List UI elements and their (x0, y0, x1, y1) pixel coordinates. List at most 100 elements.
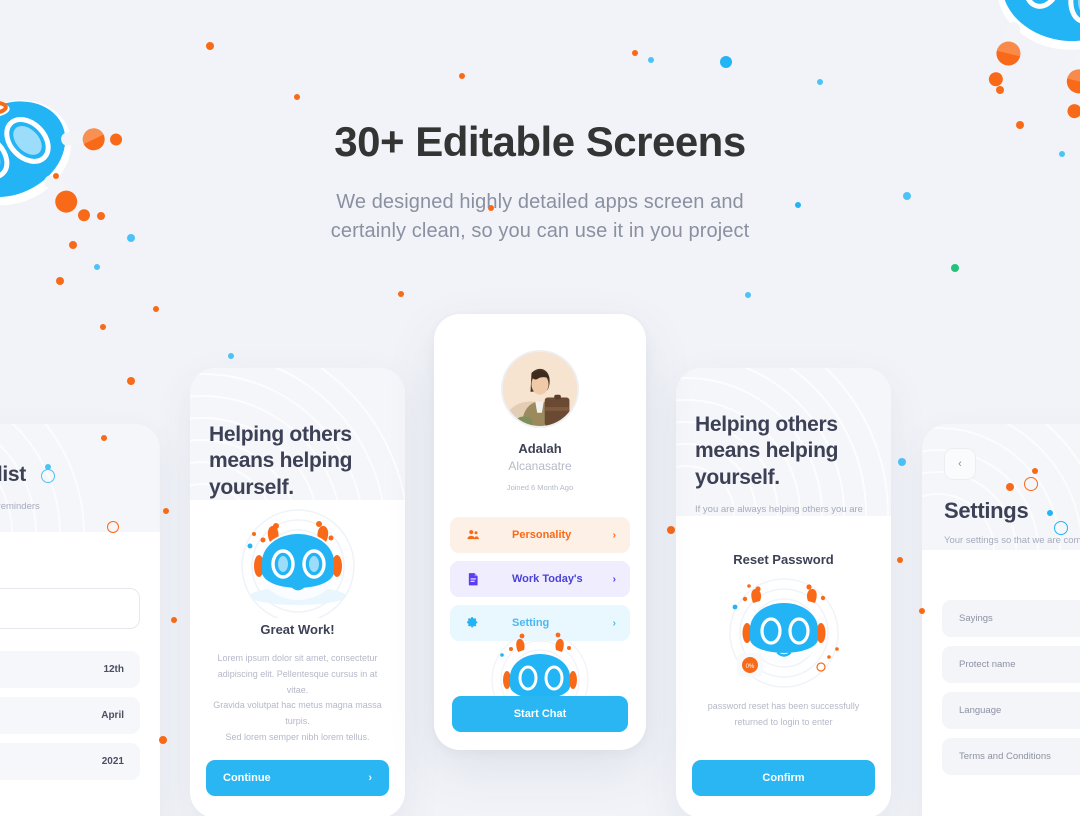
decor-dot (459, 73, 465, 79)
great-work-body-line-4: Sed lorem semper nibh lorem tellus. (225, 731, 370, 742)
settings-row-protect-name[interactable]: Protect name (942, 646, 1080, 683)
reset-password-header: Helping others means helping yourself. I… (676, 368, 891, 516)
robot-illustration: 0% (728, 578, 839, 688)
date-input[interactable]: tt/mm/yy (0, 588, 140, 629)
page-title: 30+ Editable Screens (334, 118, 746, 165)
decor-dot (951, 264, 959, 272)
profile-name: Adalah (518, 441, 562, 456)
phone-great-work: Helping others means helping yourself. I… (190, 368, 405, 816)
menu-item-work-todays[interactable]: Work Today's › (450, 561, 630, 597)
decor-ring (41, 469, 55, 483)
page-root: 30+ Editable Screens We designed highly … (0, 0, 1080, 816)
people-icon (464, 528, 482, 542)
wish-row-day-value: 12th (103, 664, 124, 675)
start-chat-button-label: Start Chat (513, 708, 567, 720)
reset-password-body-line-2: returned to login to enter (734, 716, 833, 727)
wish-row-month[interactable]: h April (0, 697, 140, 734)
profile-handle: Alcanasatre (508, 459, 572, 473)
decor-dot (897, 557, 903, 563)
profile-joined: Joined 6 Month Ago (506, 483, 574, 492)
settings-row-sayings-label: Sayings (959, 613, 993, 624)
decor-dot (171, 617, 177, 623)
decor-dot (159, 736, 167, 744)
reset-password-body: Reset Password 0% password reset has bee… (676, 516, 891, 731)
great-work-title: Helping others means helping yourself. (209, 423, 353, 499)
chevron-right-icon: › (612, 573, 616, 585)
great-work-body-line-1: Lorem ipsum dolor sit amet, consectetur (217, 653, 378, 663)
decor-dot (206, 42, 214, 50)
decor-dot (294, 94, 300, 100)
decor-dot (720, 56, 732, 68)
chevron-right-icon: › (612, 529, 616, 541)
hero-section: 30+ Editable Screens We designed highly … (0, 118, 1080, 245)
decor-dot (648, 57, 654, 63)
reset-password-subtitle: If you are always helping others you are… (695, 503, 863, 515)
decor-dot (94, 264, 100, 270)
decor-dot (1006, 483, 1014, 491)
phone-reset-password: Helping others means helping yourself. I… (676, 368, 891, 816)
decor-dot (898, 458, 906, 466)
wish-list-body: tt/mm/yy 12th h April s 2021 (0, 532, 160, 780)
document-icon (464, 572, 482, 586)
continue-button-label: Continue (223, 772, 271, 784)
decor-ring (1054, 521, 1068, 535)
great-work-body: Great Work! Lorem ipsum dolor sit amet, … (190, 500, 405, 780)
wish-row-year-value: 2021 (101, 756, 124, 767)
back-button[interactable]: ‹ (944, 448, 976, 480)
start-chat-button[interactable]: Start Chat (452, 696, 628, 732)
avatar (501, 350, 579, 428)
chevron-left-icon: ‹ (958, 458, 962, 470)
decor-dot (919, 608, 925, 614)
reset-password-section-title: Reset Password (733, 552, 834, 567)
settings-row-language[interactable]: Language (942, 692, 1080, 729)
great-work-body-text: Lorem ipsum dolor sit amet, consectetur … (206, 651, 389, 746)
robot-mascot-top-right (988, 0, 1080, 119)
decor-dot (101, 435, 107, 441)
wish-row-month-value: April (101, 710, 124, 721)
settings-row-sayings[interactable]: Sayings (942, 600, 1080, 637)
chevron-right-icon: › (612, 617, 616, 629)
confirm-button-label: Confirm (762, 772, 805, 784)
decor-dot (56, 277, 64, 285)
reset-password-body-line-1: password reset has been successfully (707, 701, 860, 711)
decor-dot (1032, 468, 1038, 474)
decor-dot (127, 377, 135, 385)
decor-dot (632, 50, 638, 56)
great-work-section-title: Great Work! (260, 622, 335, 637)
robot-illustration (240, 509, 355, 618)
wish-list-header: e a wish list r job easier with our remi… (0, 424, 160, 532)
menu-item-personality-label: Personality (512, 529, 572, 541)
reset-password-body-text: password reset has been successfully ret… (692, 699, 875, 731)
reset-password-title: Helping others means helping yourself. (695, 413, 839, 489)
settings-row-terms-label: Terms and Conditions (959, 751, 1051, 762)
decor-dot (817, 79, 823, 85)
decor-dot (163, 508, 169, 514)
wish-row-year[interactable]: s 2021 (0, 743, 140, 780)
continue-button[interactable]: Continue › (206, 760, 389, 796)
great-work-body-line-3: Gravida volutpat hac metus magna massa t… (213, 700, 382, 726)
chevron-right-icon: › (368, 772, 372, 784)
wish-row-day[interactable]: 12th (0, 651, 140, 688)
decor-dot (398, 291, 404, 297)
decor-dot (745, 292, 751, 298)
hero-subtitle: We designed highly detailed apps screen … (0, 188, 1080, 245)
phone-settings: ‹ Settings Your settings so that we are … (922, 424, 1080, 816)
decor-dot (153, 306, 159, 312)
decor-ring (1024, 477, 1038, 491)
settings-body: Sayings Protect name Language Terms and … (922, 550, 1080, 775)
decor-dot (996, 86, 1004, 94)
settings-row-protect-name-label: Protect name (959, 659, 1016, 670)
settings-row-terms[interactable]: Terms and Conditions (942, 738, 1080, 775)
menu-item-work-todays-label: Work Today's (512, 573, 583, 585)
settings-row-language-label: Language (959, 705, 1002, 716)
confirm-button[interactable]: Confirm (692, 760, 875, 796)
decor-dot (667, 526, 675, 534)
decor-dot (228, 353, 234, 359)
avatar-photo (503, 352, 577, 426)
gear-icon (464, 616, 482, 630)
wish-list-title: e a wish list (0, 463, 26, 486)
decor-dot (1047, 510, 1053, 516)
svg-text:0%: 0% (745, 664, 754, 670)
menu-item-personality[interactable]: Personality › (450, 517, 630, 553)
wish-list-subtitle: r job easier with our reminders (0, 501, 40, 513)
